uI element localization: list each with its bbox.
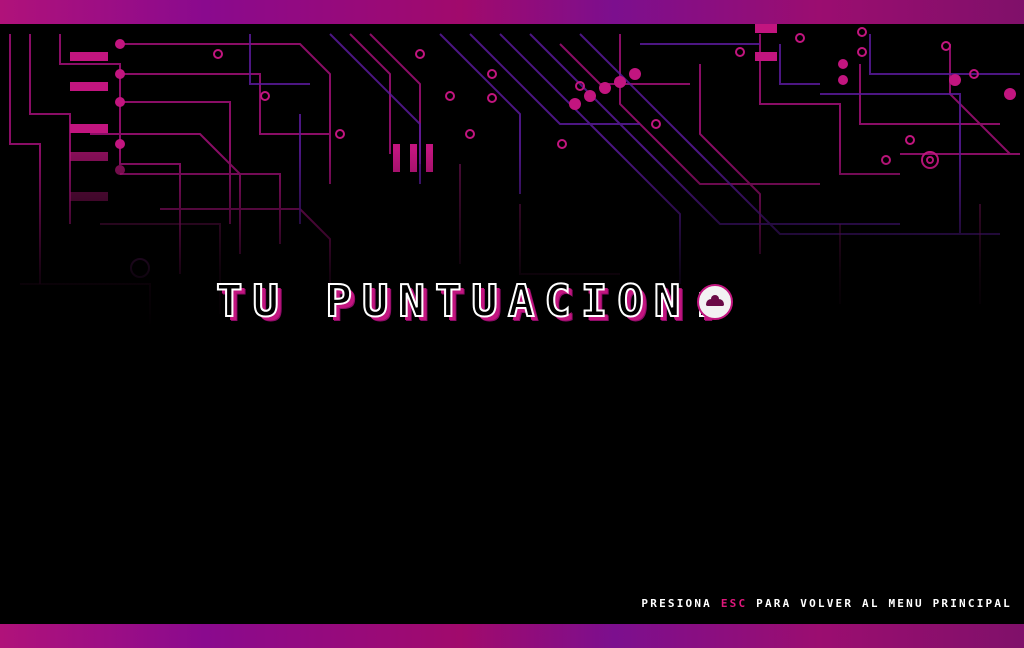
- racing-car-logo-icon: [697, 284, 733, 320]
- esc-key-label: ESC: [720, 597, 748, 610]
- hint-prefix: PRESIONA: [641, 597, 713, 610]
- score-title: TU PUNTUACION:: [210, 272, 830, 336]
- top-border-bar: [0, 0, 1024, 24]
- hint-suffix: PARA VOLVER AL MENU PRINCIPAL: [756, 597, 1012, 610]
- back-to-menu-hint: PRESIONA ESC PARA VOLVER AL MENU PRINCIP…: [641, 597, 1012, 610]
- car-icon: [706, 295, 724, 306]
- bottom-border-bar: [0, 624, 1024, 648]
- page-title: TU PUNTUACION:: [215, 275, 727, 328]
